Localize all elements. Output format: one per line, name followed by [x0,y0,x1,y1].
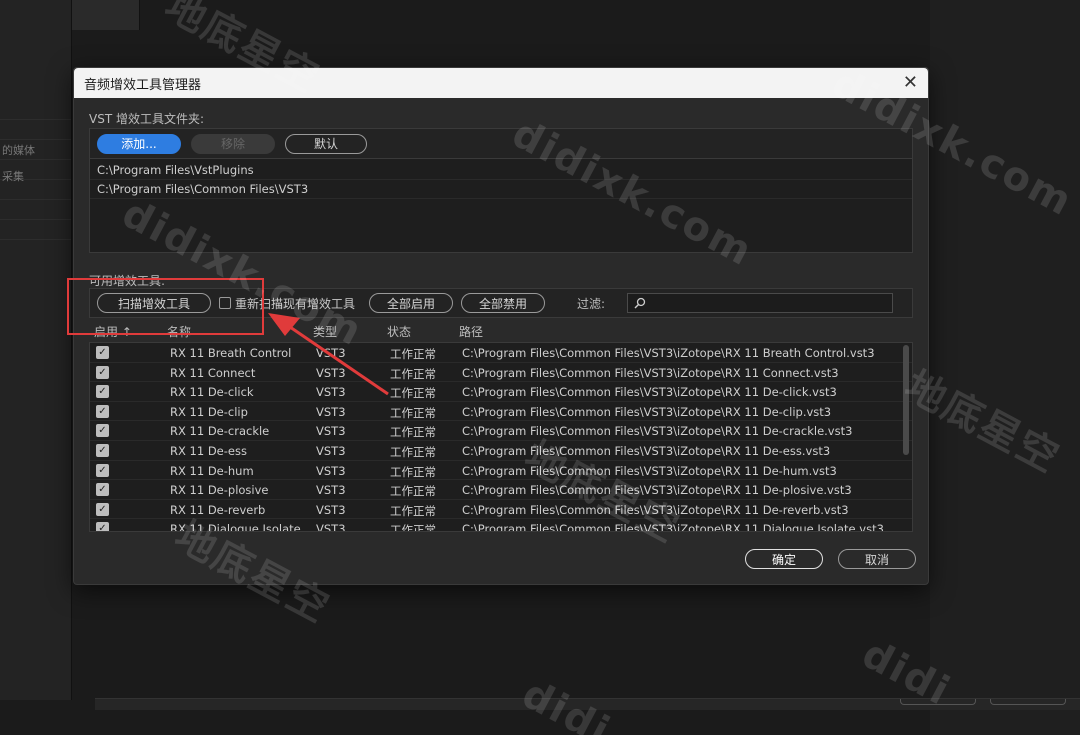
plugin-type: VST3 [316,346,346,360]
enabled-checkbox[interactable]: ✓ [96,365,109,379]
vst-folder-panel: 添加... 移除 默认 C:\Program Files\VstPlugins … [89,128,913,253]
enabled-checkbox[interactable]: ✓ [96,385,109,399]
plugin-name: RX 11 De-hum [170,463,254,478]
plugin-path: C:\Program Files\Common Files\VST3\iZoto… [462,424,853,439]
plugin-name: RX 11 Dialogue Isolate [170,522,301,532]
plugin-table: ✓ RX 11 Breath Control VST3 工作正常 C:\Program … [89,342,913,532]
background-sidebar [0,0,72,700]
plugin-type: VST3 [316,522,346,532]
plugin-path: C:\Program Files\Common Files\VST3\iZoto… [462,463,837,478]
plugin-path: C:\Program Files\Common Files\VST3\iZoto… [462,404,832,419]
enabled-checkbox[interactable]: ✓ [96,443,109,457]
plugin-name: RX 11 De-clip [170,404,248,419]
plugin-path: C:\Program Files\Common Files\VST3\iZoto… [462,365,839,380]
plugin-status: 工作正常 [390,523,436,532]
table-row[interactable]: ✓ RX 11 Dialogue Isolate VST3 工作正常 C:\Progra… [90,519,912,532]
background-button [900,699,976,705]
table-row[interactable]: ✓ RX 11 De-click VST3 工作正常 C:\Program Files\… [90,382,912,402]
table-row[interactable]: ✓ RX 11 De-ess VST3 工作正常 C:\Program Files\Co… [90,441,912,461]
column-header-type[interactable]: 类型 [313,323,337,340]
plugin-type: VST3 [316,424,346,439]
plugin-status: 工作正常 [390,503,436,518]
plugin-path: C:\Program Files\Common Files\VST3\iZoto… [462,443,831,458]
close-icon[interactable]: ✕ [903,74,918,92]
dialog-title: 音频增效工具管理器 [84,77,202,93]
table-row[interactable]: ✓ RX 11 De-crackle VST3 工作正常 C:\Program File… [90,421,912,441]
plugin-path: C:\Program Files\Common Files\VST3\iZoto… [462,385,837,400]
column-header-path[interactable]: 路径 [459,323,483,340]
table-row[interactable]: ✓ RX 11 Breath Control VST3 工作正常 C:\Program … [90,343,912,363]
background-sidebar-text: 的媒体 [2,144,35,157]
plugin-type: VST3 [316,483,346,498]
background-right-panel [930,0,1080,735]
enable-all-button[interactable]: 全部启用 [369,293,454,313]
plugin-status: 工作正常 [390,484,436,499]
enabled-checkbox[interactable]: ✓ [96,483,109,497]
table-row[interactable]: ✓ RX 11 De-hum VST3 工作正常 C:\Program Files\Co… [90,461,912,481]
plugin-path: C:\Program Files\Common Files\VST3\iZoto… [462,502,849,517]
annotation-highlight-box [67,278,264,335]
filter-label: 过滤: [577,296,606,311]
table-row[interactable]: ✓ RX 11 De-reverb VST3 工作正常 C:\Program Files… [90,500,912,520]
plugin-status: 工作正常 [390,425,436,440]
remove-folder-button[interactable]: 移除 [191,133,275,154]
enabled-checkbox[interactable]: ✓ [96,424,109,438]
plugin-name: RX 11 Breath Control [170,346,292,360]
plugin-path: C:\Program Files\Common Files\VST3\iZoto… [462,346,875,360]
enabled-checkbox[interactable]: ✓ [96,404,109,418]
enabled-checkbox[interactable]: ✓ [96,502,109,516]
disable-all-button[interactable]: 全部禁用 [461,293,546,313]
plugin-type: VST3 [316,463,346,478]
plugin-type: VST3 [316,365,346,380]
search-icon [634,297,646,309]
filter-input[interactable] [627,293,894,313]
plugin-path: C:\Program Files\Common Files\VST3\iZoto… [462,483,852,498]
vst-folders-label: VST 增效工具文件夹: [89,112,205,126]
plugin-name: RX 11 De-plosive [170,483,269,498]
table-row[interactable]: ✓ RX 11 De-plosive VST3 工作正常 C:\Program File… [90,480,912,500]
enabled-checkbox[interactable]: ✓ [96,346,109,359]
vst-folder-list: C:\Program Files\VstPlugins C:\Program F… [90,159,912,201]
column-header-status[interactable]: 状态 [387,323,411,340]
plugin-name: RX 11 De-reverb [170,502,266,517]
background-sidebar-text: 采集 [2,170,24,183]
plugin-status: 工作正常 [390,386,436,401]
plugin-path: C:\Program Files\Common Files\VST3\iZoto… [462,522,884,532]
vst-folder-toolbar: 添加... 移除 默认 [90,129,912,159]
folder-item[interactable]: C:\Program Files\Common Files\VST3 [90,180,912,199]
plugin-name: RX 11 De-click [170,385,254,400]
ok-button[interactable]: 确定 [745,549,823,569]
plugin-name: RX 11 De-ess [170,443,247,458]
plugin-status: 工作正常 [390,444,436,459]
plugin-status: 工作正常 [390,405,436,420]
plugin-type: VST3 [316,502,346,517]
plugin-status: 工作正常 [390,347,436,361]
enabled-checkbox[interactable]: ✓ [96,463,109,477]
plugin-name: RX 11 Connect [170,365,256,380]
background-button [990,699,1066,705]
folder-item[interactable]: C:\Program Files\VstPlugins [90,161,912,180]
table-row[interactable]: ✓ RX 11 De-clip VST3 工作正常 C:\Program Files\C… [90,402,912,422]
plugin-type: VST3 [316,385,346,400]
plugin-name: RX 11 De-crackle [170,424,270,439]
default-folders-button[interactable]: 默认 [285,133,367,154]
plugin-type: VST3 [316,443,346,458]
cancel-button[interactable]: 取消 [838,549,916,569]
table-row[interactable]: ✓ RX 11 Connect VST3 工作正常 C:\Program Files\C… [90,363,912,383]
dialog-titlebar: 音频增效工具管理器 ✕ [74,68,928,98]
add-folder-button[interactable]: 添加... [97,133,181,154]
table-scrollbar[interactable] [903,345,909,455]
enabled-checkbox[interactable]: ✓ [96,522,109,531]
plugin-type: VST3 [316,404,346,419]
plugin-status: 工作正常 [390,464,436,479]
plugin-status: 工作正常 [390,366,436,381]
